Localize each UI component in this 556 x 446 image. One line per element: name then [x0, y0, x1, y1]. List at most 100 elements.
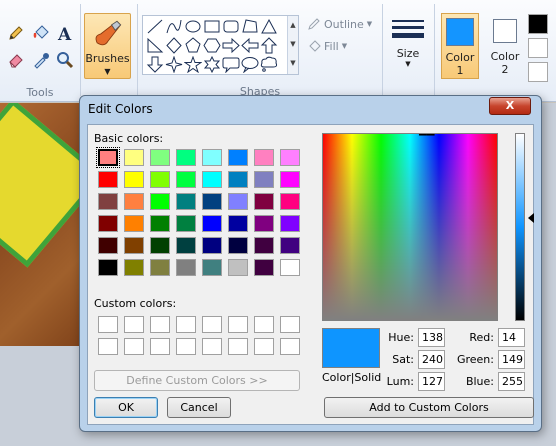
basic-color-swatch[interactable] [98, 237, 118, 254]
close-button[interactable]: X [489, 97, 531, 115]
luminosity-arrow-icon[interactable] [528, 213, 534, 223]
basic-color-swatch[interactable] [254, 215, 274, 232]
scroll-up-icon[interactable]: ▲ [288, 16, 298, 35]
hexagon-shape-icon[interactable] [203, 37, 221, 54]
basic-color-swatch[interactable] [124, 259, 144, 276]
gallery-expand-icon[interactable]: ▼ [288, 54, 298, 73]
custom-color-swatch[interactable] [254, 338, 274, 355]
shapes-scrollbar[interactable]: ▲ ▼ ▼ [287, 16, 298, 74]
custom-color-swatch[interactable] [280, 338, 300, 355]
custom-color-swatch[interactable] [202, 338, 222, 355]
rounded-callout-shape-icon[interactable] [222, 56, 240, 74]
palette-color-white[interactable] [528, 38, 548, 58]
basic-color-swatch[interactable] [280, 149, 300, 166]
custom-color-swatch[interactable] [176, 316, 196, 333]
line-shape-icon[interactable] [146, 18, 164, 35]
basic-color-swatch[interactable] [280, 237, 300, 254]
rounded-rectangle-shape-icon[interactable] [222, 18, 240, 35]
sat-input[interactable]: 240 [418, 350, 445, 369]
basic-color-swatch[interactable] [176, 171, 196, 188]
basic-color-swatch[interactable] [124, 171, 144, 188]
luminosity-slider[interactable] [515, 133, 525, 321]
basic-color-swatch[interactable] [124, 237, 144, 254]
basic-color-swatch[interactable] [150, 237, 170, 254]
basic-color-swatch[interactable] [202, 215, 222, 232]
pencil-icon[interactable] [5, 22, 27, 44]
basic-color-swatch[interactable] [202, 237, 222, 254]
curve-shape-icon[interactable] [165, 18, 183, 35]
color1-button[interactable]: Color 1 [441, 13, 479, 79]
up-arrow-shape-icon[interactable] [260, 37, 278, 54]
basic-color-swatch[interactable] [228, 149, 248, 166]
basic-color-swatch[interactable] [254, 259, 274, 276]
diamond-shape-icon[interactable] [165, 37, 183, 54]
blue-input[interactable]: 255 [498, 372, 525, 391]
custom-color-swatch[interactable] [98, 316, 118, 333]
custom-color-swatch[interactable] [280, 316, 300, 333]
add-to-custom-colors-button[interactable]: Add to Custom Colors [324, 397, 534, 418]
define-custom-colors-button[interactable]: Define Custom Colors >> [94, 370, 300, 391]
cloud-callout-shape-icon[interactable] [260, 56, 278, 73]
basic-color-swatch[interactable] [124, 149, 144, 166]
brushes-button[interactable]: Brushes ▼ [84, 13, 131, 79]
basic-color-swatch[interactable] [228, 237, 248, 254]
color-spectrum[interactable]: ▀▀ [322, 133, 498, 321]
basic-color-swatch[interactable] [228, 193, 248, 210]
color2-button[interactable]: Color 2 [486, 13, 524, 79]
down-arrow-shape-icon[interactable] [146, 56, 164, 73]
four-point-star-shape-icon[interactable] [165, 55, 183, 74]
basic-color-swatch[interactable] [150, 215, 170, 232]
custom-color-swatch[interactable] [254, 316, 274, 333]
basic-color-swatch[interactable] [254, 171, 274, 188]
basic-color-swatch[interactable] [280, 259, 300, 276]
basic-color-swatch[interactable] [150, 149, 170, 166]
fill-dropdown[interactable]: Fill ▼ [307, 39, 347, 53]
custom-color-swatch[interactable] [150, 338, 170, 355]
right-triangle-shape-icon[interactable] [146, 37, 164, 54]
basic-color-swatch[interactable] [98, 259, 118, 276]
basic-color-swatch[interactable] [280, 215, 300, 232]
basic-color-swatch[interactable] [150, 171, 170, 188]
five-point-star-shape-icon[interactable] [183, 55, 203, 74]
text-icon[interactable]: A [54, 22, 76, 44]
basic-color-swatch[interactable] [176, 215, 196, 232]
palette-color-black[interactable] [528, 14, 548, 34]
oval-callout-shape-icon[interactable] [241, 56, 259, 74]
basic-color-swatch[interactable] [124, 193, 144, 210]
cancel-button[interactable]: Cancel [167, 397, 231, 418]
basic-color-swatch[interactable] [254, 149, 274, 166]
basic-color-swatch[interactable] [98, 193, 118, 210]
basic-color-swatch[interactable] [176, 237, 196, 254]
outline-dropdown[interactable]: Outline ▼ [307, 17, 372, 31]
eraser-icon[interactable] [5, 49, 27, 71]
scroll-down-icon[interactable]: ▼ [288, 35, 298, 54]
basic-color-swatch[interactable] [202, 193, 222, 210]
color-picker-icon[interactable] [30, 49, 52, 71]
basic-color-swatch[interactable] [150, 259, 170, 276]
magnifier-icon[interactable] [54, 49, 76, 71]
left-arrow-shape-icon[interactable] [241, 37, 259, 54]
basic-color-swatch[interactable] [96, 147, 120, 168]
custom-color-swatch[interactable] [124, 338, 144, 355]
pentagon-shape-icon[interactable] [184, 37, 202, 54]
basic-color-swatch[interactable] [228, 259, 248, 276]
basic-color-swatch[interactable] [150, 193, 170, 210]
basic-color-swatch[interactable] [228, 215, 248, 232]
custom-color-swatch[interactable] [228, 316, 248, 333]
basic-color-swatch[interactable] [202, 171, 222, 188]
custom-color-swatch[interactable] [228, 338, 248, 355]
palette-color-white[interactable] [528, 62, 548, 82]
basic-color-swatch[interactable] [98, 171, 118, 188]
basic-color-swatch[interactable] [254, 237, 274, 254]
red-input[interactable]: 14 [498, 328, 525, 347]
basic-color-swatch[interactable] [176, 259, 196, 276]
basic-color-swatch[interactable] [280, 193, 300, 210]
polygon-shape-icon[interactable] [241, 18, 259, 35]
six-point-star-shape-icon[interactable] [203, 55, 221, 74]
basic-color-swatch[interactable] [202, 149, 222, 166]
basic-color-swatch[interactable] [124, 215, 144, 232]
custom-color-swatch[interactable] [150, 316, 170, 333]
ok-button[interactable]: OK [94, 397, 158, 418]
size-button[interactable]: Size ▼ [388, 14, 428, 78]
oval-shape-icon[interactable] [184, 18, 202, 35]
